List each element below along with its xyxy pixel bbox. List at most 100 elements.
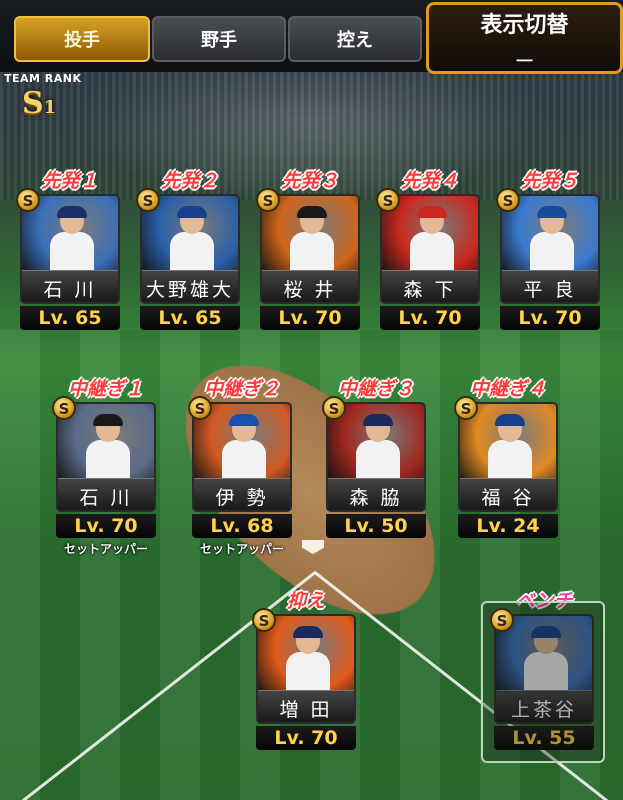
tab-fielders-label: 野手 — [201, 30, 237, 51]
s-rank-icon: S — [454, 396, 478, 420]
player-cap — [293, 626, 323, 638]
player-card[interactable]: 森 下 — [380, 194, 480, 304]
player-name-bar: 伊 勢 — [194, 478, 290, 510]
player-uniform — [530, 232, 574, 272]
player-name-bar: 増 田 — [258, 690, 354, 722]
player-cap — [229, 414, 259, 426]
s-rank-icon: S — [256, 188, 280, 212]
player-card[interactable]: 石 川 — [56, 402, 156, 512]
tab-reserves[interactable]: 控え — [288, 16, 422, 62]
player-uniform — [170, 232, 214, 272]
player-level: Lv. 24 — [458, 514, 558, 538]
player-level: Lv. 50 — [326, 514, 426, 538]
player-card[interactable]: 森 脇 — [326, 402, 426, 512]
player-level: Lv. 70 — [380, 306, 480, 330]
player-card[interactable]: 福 谷 — [458, 402, 558, 512]
player-name: 増 田 — [279, 699, 333, 721]
player-silhouette — [84, 414, 132, 480]
s-rank-icon: S — [188, 396, 212, 420]
player-cap — [495, 414, 525, 426]
player-uniform — [222, 440, 266, 480]
team-rank-sub: 1 — [43, 97, 57, 118]
starters-slot[interactable]: 先発４ S 森 下 Lv. 70 — [374, 166, 486, 330]
s-rank-icon: S — [322, 396, 346, 420]
player-card[interactable]: 平 良 — [500, 194, 600, 304]
player-name-bar: 石 川 — [58, 478, 154, 510]
player-uniform — [50, 232, 94, 272]
player-cap — [93, 414, 123, 426]
starters-slot[interactable]: 先発５ S 平 良 Lv. 70 — [494, 166, 606, 330]
player-silhouette — [220, 414, 268, 480]
relievers-slot[interactable]: 中継ぎ３ S 森 脇 Lv. 50 — [320, 374, 432, 538]
player-card[interactable]: 伊 勢 — [192, 402, 292, 512]
starters-slot[interactable]: 先発１ S 石 川 Lv. 65 — [14, 166, 126, 330]
tab-pitchers-label: 投手 — [64, 30, 100, 51]
s-rank-icon: S — [376, 188, 400, 212]
relievers-slot[interactable]: 中継ぎ４ S 福 谷 Lv. 24 — [452, 374, 564, 538]
player-level: Lv. 65 — [20, 306, 120, 330]
player-level: Lv. 70 — [500, 306, 600, 330]
player-name: 石 川 — [43, 279, 97, 301]
player-cap — [363, 414, 393, 426]
player-silhouette — [408, 206, 456, 272]
player-silhouette — [48, 206, 96, 272]
s-rank-icon: S — [52, 396, 76, 420]
s-rank-icon: S — [136, 188, 160, 212]
player-name-bar: 大野雄大 — [142, 270, 238, 302]
player-name: 石 川 — [79, 487, 133, 509]
player-role: セットアッパー — [63, 542, 148, 556]
player-uniform — [356, 440, 400, 480]
player-card[interactable]: 大野雄大 — [140, 194, 240, 304]
player-cap — [57, 206, 87, 218]
player-cap — [177, 206, 207, 218]
lineup-screen: 投手 野手 控え 表示切替 ー TEAM RANK S1 先発１ S 石 川 Lv. … — [0, 0, 623, 800]
player-level: Lv. 70 — [260, 306, 360, 330]
player-silhouette — [284, 626, 332, 692]
player-silhouette — [528, 206, 576, 272]
player-cap — [417, 206, 447, 218]
player-cap — [297, 206, 327, 218]
player-cap — [537, 206, 567, 218]
team-rank-value: S — [22, 86, 44, 121]
player-card[interactable]: 増 田 — [256, 614, 356, 724]
player-name: 桜 井 — [283, 279, 337, 301]
player-name: 伊 勢 — [215, 487, 269, 509]
display-switch-value: ー — [514, 49, 535, 73]
player-card[interactable]: 石 川 — [20, 194, 120, 304]
starters-slot[interactable]: 先発３ S 桜 井 Lv. 70 — [254, 166, 366, 330]
player-silhouette — [354, 414, 402, 480]
player-card[interactable]: 桜 井 — [260, 194, 360, 304]
s-rank-icon: S — [490, 608, 514, 632]
player-name: 森 脇 — [349, 487, 403, 509]
s-rank-icon: S — [496, 188, 520, 212]
team-rank-badge: S1 — [22, 86, 56, 121]
player-uniform — [488, 440, 532, 480]
player-level: Lv. 65 — [140, 306, 240, 330]
player-name-bar: 石 川 — [22, 270, 118, 302]
player-silhouette — [168, 206, 216, 272]
starters-slot[interactable]: 先発２ S 大野雄大 Lv. 65 — [134, 166, 246, 330]
player-role: セットアッパー — [199, 542, 284, 556]
tab-pitchers[interactable]: 投手 — [14, 16, 150, 62]
player-uniform — [410, 232, 454, 272]
s-rank-icon: S — [252, 608, 276, 632]
player-level: Lv. 68 — [192, 514, 292, 538]
tab-fielders[interactable]: 野手 — [152, 16, 286, 62]
player-name-bar: 森 下 — [382, 270, 478, 302]
s-rank-icon: S — [16, 188, 40, 212]
player-name: 福 谷 — [481, 487, 535, 509]
display-switch-title: 表示切替 — [480, 13, 569, 38]
display-switch-button[interactable]: 表示切替 ー — [426, 2, 623, 74]
player-name: 平 良 — [523, 279, 577, 301]
player-name: 大野雄大 — [145, 279, 234, 301]
team-rank-label: TEAM RANK — [4, 72, 82, 85]
player-uniform — [286, 652, 330, 692]
player-name-bar: 福 谷 — [460, 478, 556, 510]
player-silhouette — [486, 414, 534, 480]
player-silhouette — [288, 206, 336, 272]
player-name-bar: 桜 井 — [262, 270, 358, 302]
relievers-slot[interactable]: 中継ぎ１ S 石 川 Lv. 70 セットアッパー — [50, 374, 162, 556]
player-level: Lv. 70 — [256, 726, 356, 750]
relievers-slot[interactable]: 中継ぎ２ S 伊 勢 Lv. 68 セットアッパー — [186, 374, 298, 556]
closer-slot[interactable]: 抑え S 増 田 Lv. 70 — [250, 586, 362, 750]
